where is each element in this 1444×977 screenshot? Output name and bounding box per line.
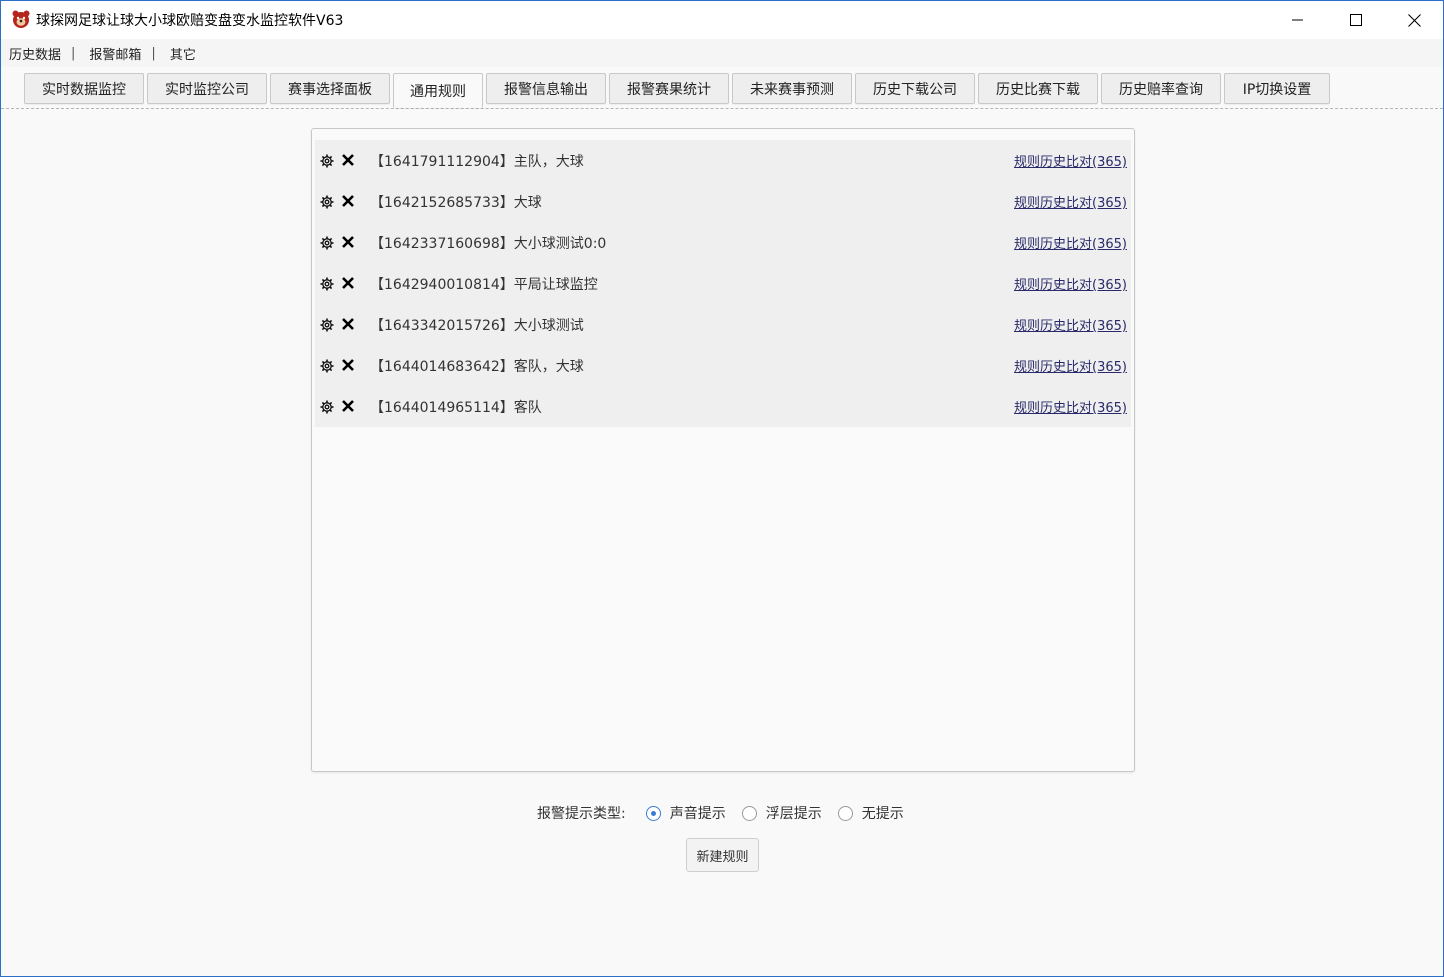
menu-separator: |: [151, 45, 156, 61]
new-rule-button[interactable]: 新建规则: [686, 838, 759, 872]
rule-list-panel: 【1641791112904】主队，大球 规则历史比对(365) 【16421526…: [311, 128, 1135, 772]
tab-realtime-data-monitor[interactable]: 实时数据监控: [24, 73, 144, 104]
tab-future-match-prediction[interactable]: 未来赛事预测: [732, 73, 852, 104]
tab-history-match-download[interactable]: 历史比赛下载: [978, 73, 1098, 104]
menu-history-data[interactable]: 历史数据: [9, 44, 61, 63]
delete-icon[interactable]: [340, 152, 356, 168]
rule-name[interactable]: 【1641791112904】主队，大球: [370, 151, 584, 171]
rule-name[interactable]: 【1642152685733】大球: [370, 192, 542, 212]
alert-type-group: 报警提示类型: 声音提示 浮层提示 无提示: [537, 802, 904, 824]
rule-history-compare-link[interactable]: 规则历史比对(365): [1014, 397, 1127, 416]
rule-row: 【1644014965114】客队 规则历史比对(365): [315, 386, 1131, 427]
gear-icon[interactable]: [320, 317, 334, 332]
rule-row: 【1644014683642】客队，大球 规则历史比对(365): [315, 345, 1131, 386]
rule-history-compare-link[interactable]: 规则历史比对(365): [1014, 356, 1127, 375]
rule-row: 【1641791112904】主队，大球 规则历史比对(365): [315, 140, 1131, 181]
tab-history-download-company[interactable]: 历史下载公司: [855, 73, 975, 104]
radio-sound[interactable]: [645, 805, 661, 821]
rule-name[interactable]: 【1643342015726】大小球测试: [370, 315, 584, 335]
window-title: 球探网足球让球大小球欧赔变盘变水监控软件V63: [36, 13, 344, 29]
rule-row: 【1643342015726】大小球测试 规则历史比对(365): [315, 304, 1131, 345]
rule-name[interactable]: 【1644014965114】客队: [370, 397, 542, 417]
tab-match-selection-panel[interactable]: 赛事选择面板: [270, 73, 390, 104]
delete-icon[interactable]: [340, 193, 356, 209]
menu-separator: |: [71, 45, 76, 61]
close-button[interactable]: [1385, 1, 1443, 39]
maximize-icon: [1350, 14, 1362, 26]
tab-general-rules[interactable]: 通用规则: [393, 73, 483, 108]
gear-icon[interactable]: [320, 399, 334, 414]
alert-type-label: 报警提示类型:: [537, 806, 626, 822]
gear-icon[interactable]: [320, 153, 334, 168]
gear-icon[interactable]: [320, 194, 334, 209]
rule-row: 【1642337160698】大小球测试0:0 规则历史比对(365): [315, 222, 1131, 263]
gear-icon[interactable]: [320, 276, 334, 291]
rule-name[interactable]: 【1642940010814】平局让球监控: [370, 274, 598, 294]
rule-history-compare-link[interactable]: 规则历史比对(365): [1014, 233, 1127, 252]
title-bar: 球探网足球让球大小球欧赔变盘变水监控软件V63: [1, 1, 1443, 39]
rule-history-compare-link[interactable]: 规则历史比对(365): [1014, 192, 1127, 211]
tab-ip-switch-settings[interactable]: IP切换设置: [1224, 73, 1330, 104]
app-window: 球探网足球让球大小球欧赔变盘变水监控软件V63 历史数据 | 报警邮箱 | 其它…: [0, 0, 1444, 977]
alert-option-overlay-label: 浮层提示: [765, 806, 822, 822]
minimize-button[interactable]: [1269, 1, 1327, 39]
delete-icon[interactable]: [340, 316, 356, 332]
bear-logo-icon: [12, 10, 30, 28]
rule-history-compare-link[interactable]: 规则历史比对(365): [1014, 315, 1127, 334]
radio-none[interactable]: [837, 805, 853, 821]
radio-overlay[interactable]: [741, 805, 757, 821]
tab-history-odds-query[interactable]: 历史赔率查询: [1101, 73, 1221, 104]
tab-alert-info-output[interactable]: 报警信息输出: [486, 73, 606, 104]
alert-option-none[interactable]: 无提示: [837, 803, 904, 823]
tab-realtime-monitor-company[interactable]: 实时监控公司: [147, 73, 267, 104]
rule-name[interactable]: 【1642337160698】大小球测试0:0: [370, 233, 606, 253]
tab-alert-result-stats[interactable]: 报警赛果统计: [609, 73, 729, 104]
menu-other[interactable]: 其它: [170, 44, 196, 63]
rule-history-compare-link[interactable]: 规则历史比对(365): [1014, 274, 1127, 293]
delete-icon[interactable]: [340, 275, 356, 291]
delete-icon[interactable]: [340, 398, 356, 414]
close-icon: [1407, 13, 1421, 27]
rule-row: 【1642152685733】大球 规则历史比对(365): [315, 181, 1131, 222]
maximize-button[interactable]: [1327, 1, 1385, 39]
rule-list: 【1641791112904】主队，大球 规则历史比对(365) 【16421526…: [315, 140, 1131, 427]
alert-option-overlay[interactable]: 浮层提示: [741, 803, 822, 823]
tab-bar: 实时数据监控 实时监控公司 赛事选择面板 通用规则 报警信息输出 报警赛果统计 …: [1, 67, 1443, 109]
rule-name[interactable]: 【1644014683642】客队，大球: [370, 356, 584, 376]
alert-option-sound-label: 声音提示: [669, 806, 726, 822]
gear-icon[interactable]: [320, 235, 334, 250]
rule-history-compare-link[interactable]: 规则历史比对(365): [1014, 151, 1127, 170]
alert-option-none-label: 无提示: [861, 806, 904, 822]
gear-icon[interactable]: [320, 358, 334, 373]
menu-alert-email[interactable]: 报警邮箱: [89, 44, 141, 63]
delete-icon[interactable]: [340, 234, 356, 250]
delete-icon[interactable]: [340, 357, 356, 373]
menu-bar: 历史数据 | 报警邮箱 | 其它: [1, 39, 1443, 67]
rule-row: 【1642940010814】平局让球监控 规则历史比对(365): [315, 263, 1131, 304]
alert-option-sound[interactable]: 声音提示: [645, 803, 726, 823]
minimize-icon: [1292, 19, 1303, 21]
